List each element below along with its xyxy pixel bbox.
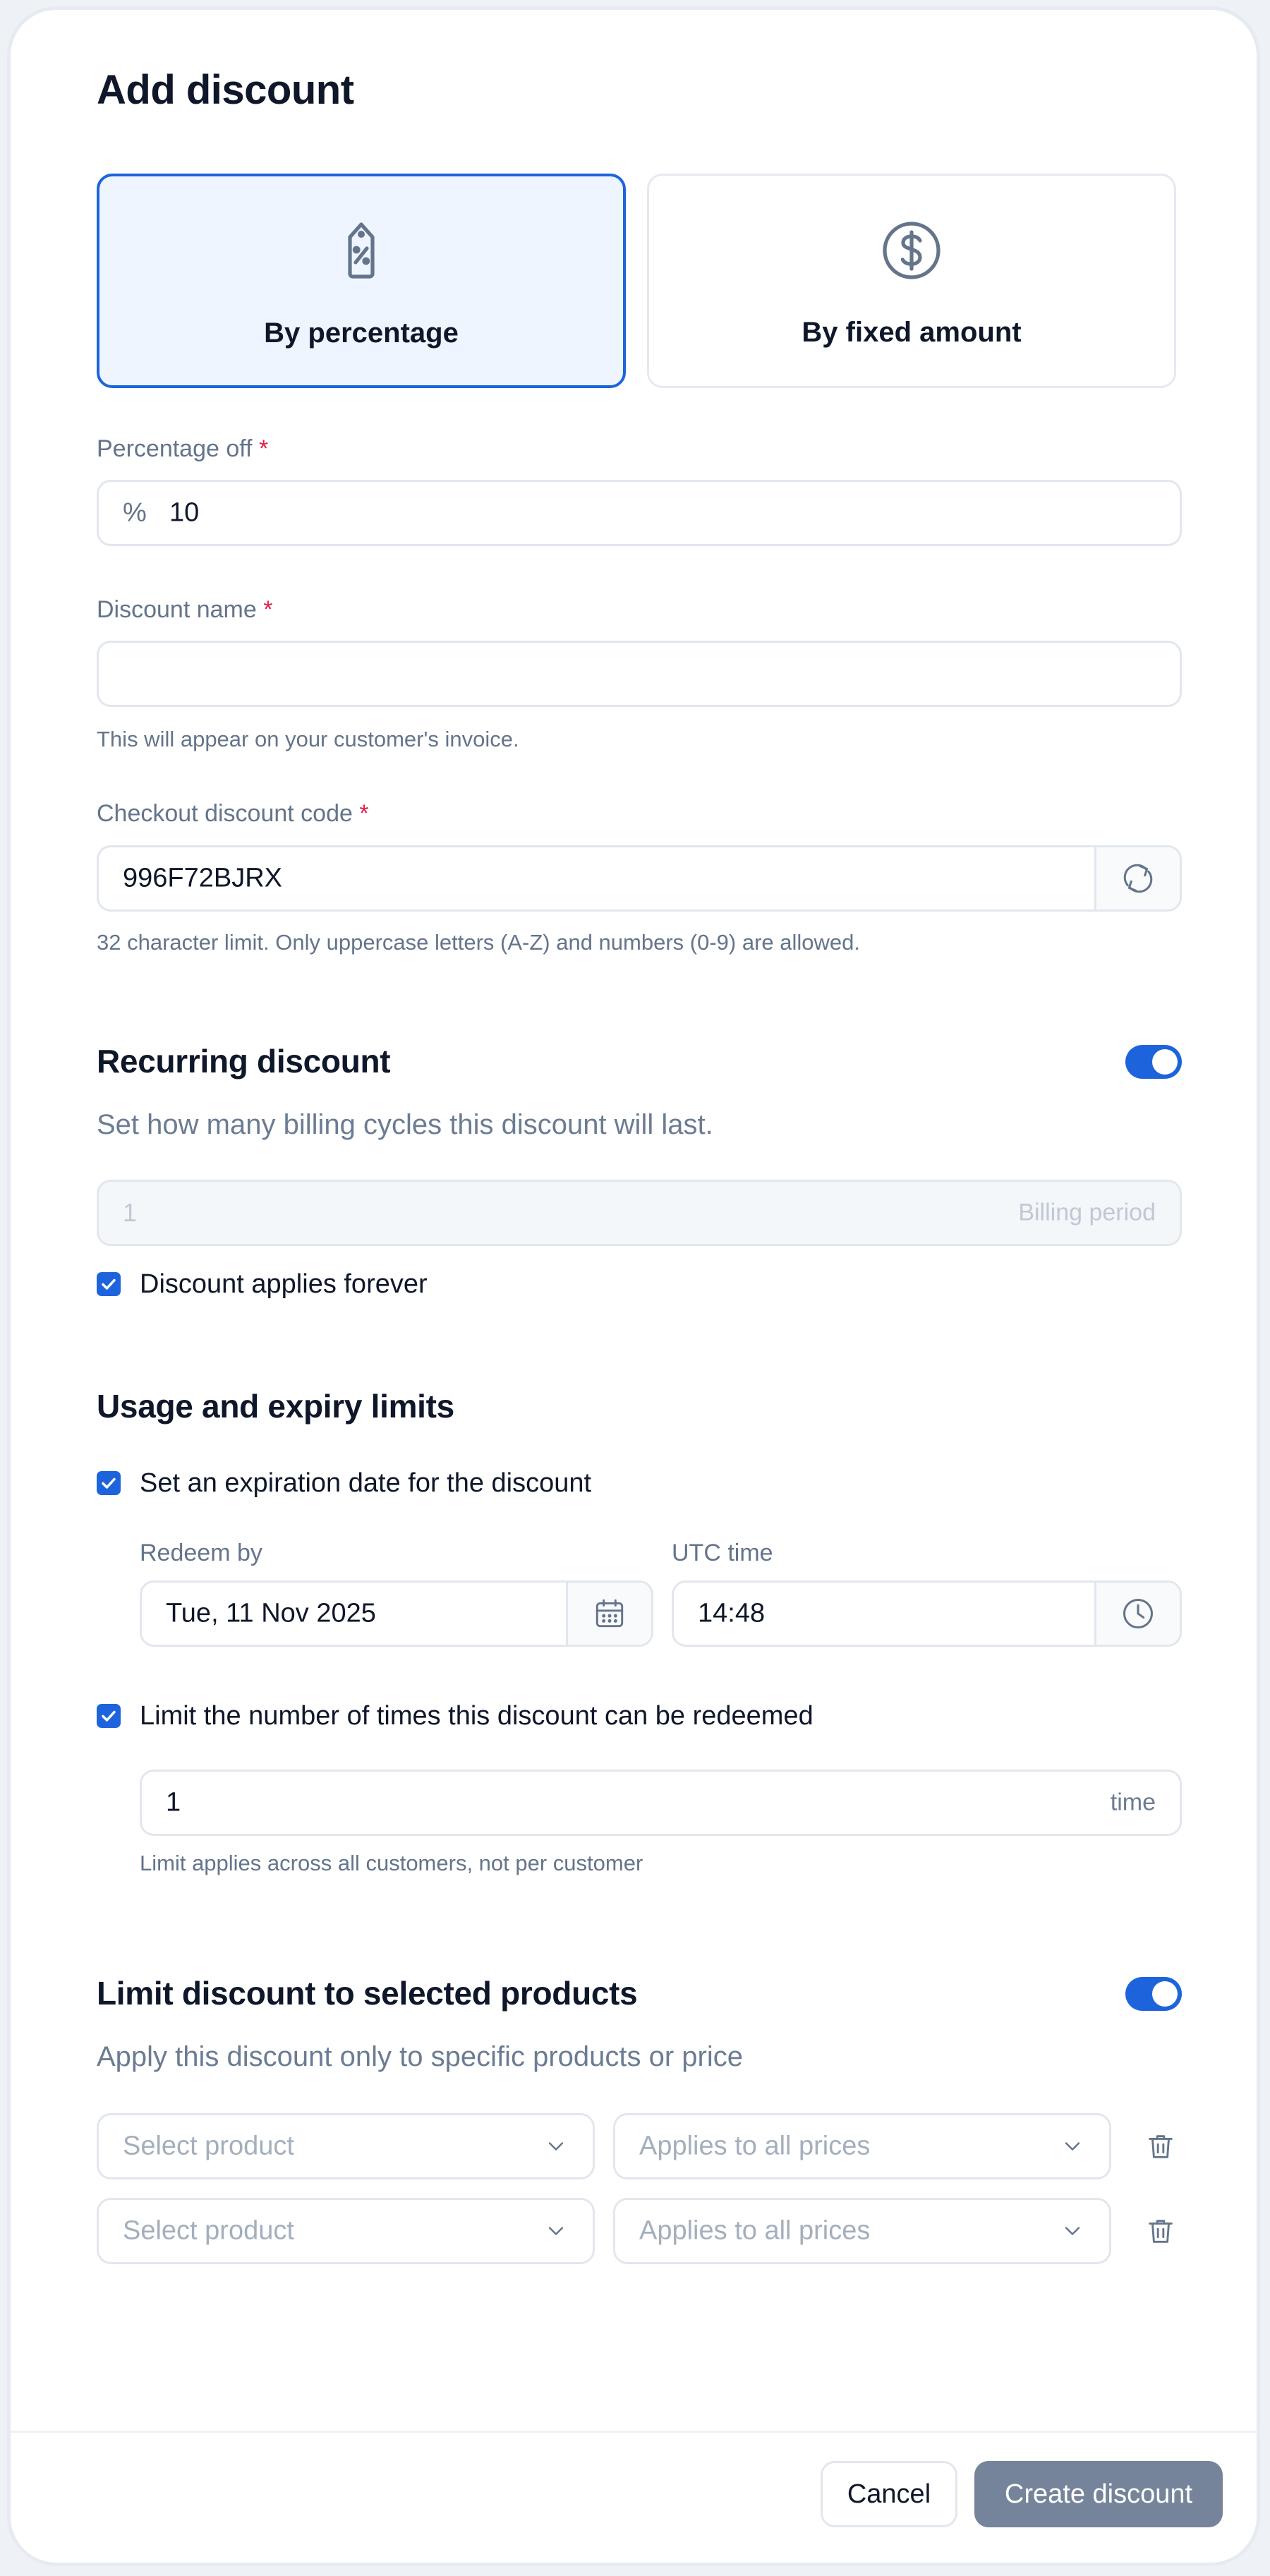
discount-name-label: Discount name * <box>97 596 272 624</box>
redemption-limit-input[interactable]: 1 time <box>140 1770 1182 1836</box>
delete-row-icon[interactable] <box>1144 2130 1177 2163</box>
required-mark: * <box>259 435 269 462</box>
products-toggle[interactable] <box>1125 1977 1182 2011</box>
redeem-by-input[interactable]: Tue, 11 Nov 2025 <box>140 1580 653 1647</box>
limit-redemptions-checkbox[interactable] <box>97 1704 121 1728</box>
required-mark: * <box>263 596 273 623</box>
products-subtitle: Apply this discount only to specific pro… <box>97 2041 743 2072</box>
billing-cycles-input[interactable]: 1 Billing period <box>97 1180 1182 1246</box>
label-text: Discount name <box>97 596 257 623</box>
price-scope-dropdown[interactable]: Applies to all prices <box>613 2113 1111 2179</box>
check-icon <box>102 1710 116 1722</box>
select-product-placeholder: Select product <box>123 2215 294 2246</box>
type-option-label: By percentage <box>264 318 459 349</box>
percent-prefix: % <box>123 497 147 528</box>
redemption-limit-help: Limit applies across all customers, not … <box>140 1851 643 1875</box>
percentage-off-input[interactable]: % 10 <box>97 480 1182 546</box>
recurring-toggle[interactable] <box>1125 1045 1182 1079</box>
redeem-by-label: Redeem by <box>140 1540 262 1566</box>
label-text: Checkout discount code <box>97 800 353 827</box>
calendar-icon <box>595 1599 624 1628</box>
check-icon <box>102 1477 116 1489</box>
percentage-off-label: Percentage off * <box>97 435 268 463</box>
limit-redemptions-label: Limit the number of times this discount … <box>140 1701 814 1731</box>
chevron-down-icon <box>548 2142 564 2151</box>
percentage-value: 10 <box>169 497 200 528</box>
toggle-knob <box>1152 1981 1178 2007</box>
label-text: Percentage off <box>97 435 253 462</box>
chevron-down-icon <box>548 2227 564 2235</box>
toggle-knob <box>1152 1049 1178 1075</box>
redeem-by-value: Tue, 11 Nov 2025 <box>166 1598 376 1628</box>
create-discount-button[interactable]: Create discount <box>974 2461 1223 2527</box>
utc-time-input[interactable]: 14:48 <box>672 1580 1182 1647</box>
billing-cycles-value: 1 <box>123 1198 138 1227</box>
select-product-dropdown[interactable]: Select product <box>97 2198 595 2264</box>
refresh-icon <box>1123 864 1153 893</box>
discount-name-input[interactable] <box>97 641 1182 707</box>
checkout-code-label: Checkout discount code * <box>97 800 369 828</box>
discount-name-help: This will appear on your customer's invo… <box>97 727 519 751</box>
recurring-subtitle: Set how many billing cycles this discoun… <box>97 1109 713 1140</box>
clock-icon <box>1123 1598 1154 1629</box>
add-discount-modal: Add discount By percentage By fixed amou… <box>7 6 1260 2566</box>
type-option-percentage[interactable]: By percentage <box>97 174 626 388</box>
billing-period-suffix: Billing period <box>1018 1199 1156 1226</box>
footer-divider <box>11 2431 1257 2433</box>
utc-time-value: 14:48 <box>698 1598 766 1628</box>
checkout-code-value: 996F72BJRX <box>123 863 283 893</box>
expiration-label: Set an expiration date for the discount <box>140 1468 592 1498</box>
select-product-placeholder: Select product <box>123 2131 294 2161</box>
type-option-label: By fixed amount <box>802 317 1022 348</box>
utc-time-label: UTC time <box>672 1540 773 1566</box>
checkout-code-input[interactable]: 996F72BJRX <box>97 845 1182 912</box>
time-picker-button[interactable] <box>1094 1583 1180 1645</box>
chevron-down-icon <box>1065 2227 1080 2235</box>
regenerate-code-button[interactable] <box>1094 847 1180 909</box>
type-option-fixed-amount[interactable]: By fixed amount <box>647 174 1176 388</box>
percent-tag-icon <box>348 222 375 279</box>
applies-forever-checkbox[interactable] <box>97 1272 121 1296</box>
modal-title: Add discount <box>97 67 354 113</box>
dollar-circle-icon <box>883 222 941 279</box>
price-scope-value: Applies to all prices <box>639 2131 871 2161</box>
required-mark: * <box>359 800 369 827</box>
checkout-code-help: 32 character limit. Only uppercase lette… <box>97 930 860 955</box>
redemption-limit-value: 1 <box>166 1787 181 1818</box>
check-icon <box>102 1278 116 1290</box>
cancel-button[interactable]: Cancel <box>821 2461 957 2527</box>
applies-forever-label: Discount applies forever <box>140 1269 428 1299</box>
delete-row-icon[interactable] <box>1144 2215 1177 2247</box>
recurring-section-title: Recurring discount <box>97 1043 391 1080</box>
chevron-down-icon <box>1065 2142 1080 2151</box>
time-suffix: time <box>1110 1789 1156 1816</box>
date-picker-button[interactable] <box>566 1583 651 1645</box>
price-scope-dropdown[interactable]: Applies to all prices <box>613 2198 1111 2264</box>
expiration-checkbox[interactable] <box>97 1471 121 1495</box>
products-section-title: Limit discount to selected products <box>97 1975 638 2012</box>
usage-section-title: Usage and expiry limits <box>97 1388 454 1425</box>
price-scope-value: Applies to all prices <box>639 2215 871 2246</box>
select-product-dropdown[interactable]: Select product <box>97 2113 595 2179</box>
